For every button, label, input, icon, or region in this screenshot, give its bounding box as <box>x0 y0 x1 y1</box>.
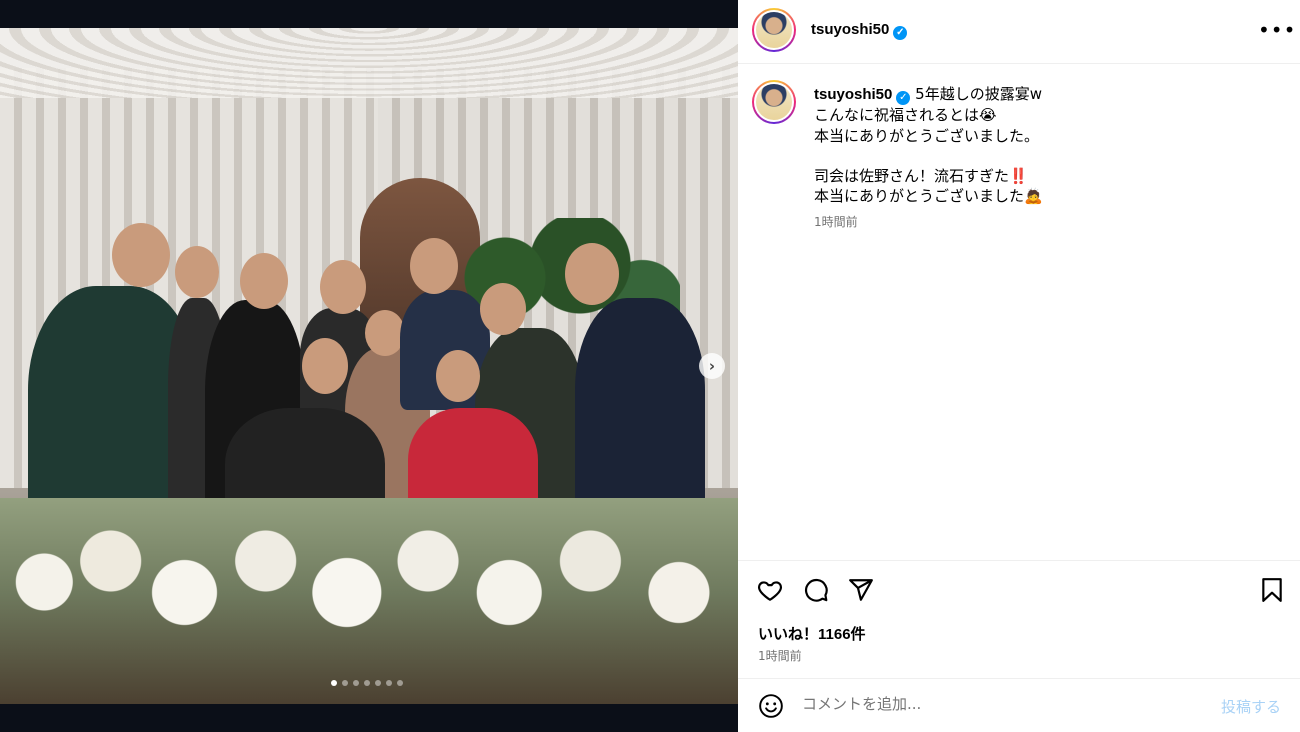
username-text[interactable]: tsuyoshi50 <box>811 21 889 38</box>
post-timestamp[interactable]: 1時間前 <box>758 647 802 664</box>
comment-icon[interactable] <box>803 577 829 603</box>
verified-badge-icon: ✓ <box>893 26 908 40</box>
guest-head <box>112 223 170 287</box>
post-comment-button[interactable]: 投稿する <box>1221 696 1281 717</box>
carousel-dot <box>342 680 348 686</box>
guest-head <box>410 238 458 294</box>
guest-head <box>175 246 219 298</box>
post-panel: tsuyoshi50 ✓ ••• tsuyoshi50 ✓ 5年越しの披露宴w こん… <box>738 0 1300 732</box>
carousel-indicator <box>331 680 403 686</box>
curtain-valance <box>0 28 738 98</box>
avatar-image <box>754 10 794 50</box>
carousel-dot <box>386 680 392 686</box>
carousel-next-button[interactable]: › <box>699 353 725 379</box>
guest-head <box>320 260 366 314</box>
caption-timestamp[interactable]: 1時間前 <box>814 213 858 230</box>
guest-head <box>365 310 405 356</box>
guest-head <box>240 253 288 309</box>
post-actions: いいね！1166件 1時間前 <box>738 560 1300 678</box>
flower-arrangement <box>0 498 738 704</box>
share-icon[interactable] <box>848 577 874 603</box>
emoji-icon[interactable] <box>758 693 784 719</box>
comment-bar: 投稿する <box>738 678 1300 732</box>
header-username[interactable]: tsuyoshi50 ✓ <box>811 21 908 40</box>
carousel-dot <box>375 680 381 686</box>
carousel-dot <box>353 680 359 686</box>
comment-input[interactable] <box>802 695 1202 713</box>
like-count[interactable]: いいね！1166件 <box>758 623 866 644</box>
verified-badge-icon: ✓ <box>896 91 911 105</box>
chevron-right-icon: › <box>708 357 716 375</box>
bookmark-icon[interactable] <box>1259 577 1285 603</box>
avatar[interactable] <box>752 8 796 52</box>
avatar-image <box>754 82 794 122</box>
guest <box>575 298 705 528</box>
guest-head <box>565 243 619 305</box>
post-caption: tsuyoshi50 ✓ 5年越しの披露宴w こんなに祝福されるとは😭 本当にあり… <box>814 84 1274 207</box>
heart-icon[interactable] <box>757 577 783 603</box>
caption-body: こんなに祝福されるとは😭 本当にありがとうございました。 司会は佐野さん！流石す… <box>814 106 1043 206</box>
post-media[interactable]: › <box>0 0 738 732</box>
caption-title: 5年越しの披露宴w <box>915 85 1042 103</box>
carousel-dot <box>331 680 337 686</box>
bride-head <box>436 350 480 402</box>
guest-head <box>480 283 526 335</box>
carousel-dot <box>364 680 370 686</box>
post-photo[interactable] <box>0 28 738 704</box>
caption-avatar[interactable] <box>752 80 796 124</box>
groom-head <box>302 338 348 394</box>
more-options-icon[interactable]: ••• <box>1258 20 1296 40</box>
caption-username[interactable]: tsuyoshi50 <box>814 86 892 103</box>
carousel-dot <box>397 680 403 686</box>
post-header: tsuyoshi50 ✓ ••• <box>738 0 1300 64</box>
